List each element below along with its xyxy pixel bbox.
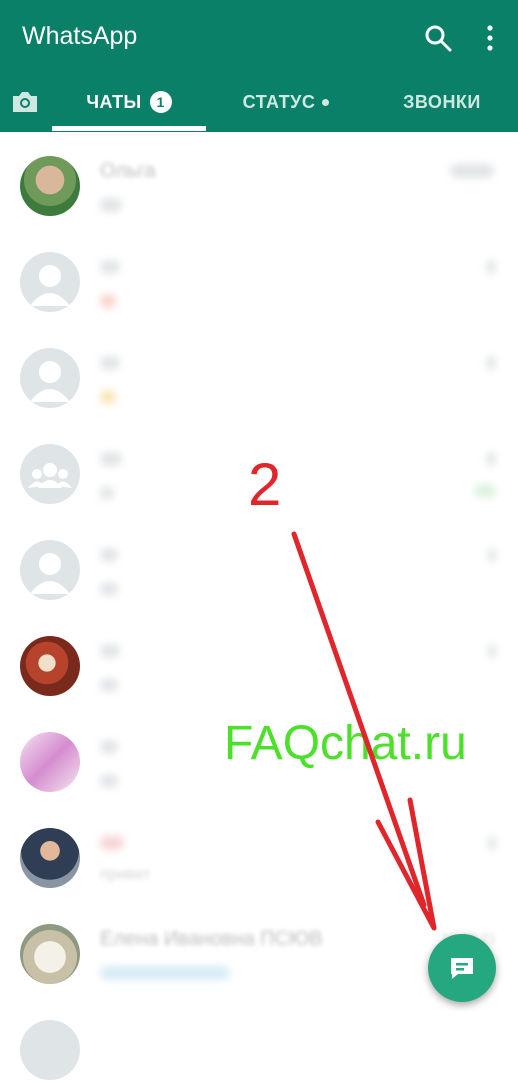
avatar-placeholder-icon: [20, 540, 80, 600]
avatar: [20, 156, 80, 216]
tab-status-label: СТАТУС: [242, 91, 316, 112]
avatar-placeholder-icon: [20, 1020, 80, 1080]
more-vert-icon[interactable]: [480, 24, 500, 52]
camera-icon[interactable]: [10, 88, 40, 116]
search-icon[interactable]: [424, 24, 452, 52]
chat-name: Ольга: [100, 160, 156, 182]
avatar: [20, 636, 80, 696]
avatar-placeholder-icon: [20, 252, 80, 312]
tab-chats-label: ЧАТЫ: [86, 91, 142, 112]
chat-row[interactable]: привет: [0, 804, 518, 900]
avatar: [20, 828, 80, 888]
tab-chats[interactable]: ЧАТЫ 1: [52, 72, 206, 132]
chat-row[interactable]: [0, 228, 518, 324]
chat-row[interactable]: [0, 516, 518, 612]
unread-badge: 1: [149, 91, 172, 113]
active-tab-indicator: [52, 126, 206, 131]
chat-name: Елена Ивановна ПСЮВ: [100, 928, 323, 950]
chat-last-message: привет: [100, 866, 151, 883]
group-avatar-icon: [20, 444, 80, 504]
tab-status[interactable]: СТАТУС: [206, 72, 366, 132]
watermark-text: FAQchat.ru: [224, 717, 467, 770]
new-chat-button[interactable]: [428, 934, 496, 1002]
app-title: WhatsApp: [22, 22, 138, 50]
avatar: [20, 732, 80, 792]
app-bar: WhatsApp ЧАТЫ 1 СТАТУС ЗВОНКИ: [0, 0, 518, 132]
chat-row[interactable]: [0, 996, 518, 1092]
avatar-placeholder-icon: [20, 348, 80, 408]
tab-calls[interactable]: ЗВОНКИ: [366, 72, 518, 132]
chat-icon: [451, 958, 473, 979]
avatar: [20, 924, 80, 984]
status-dot: [322, 98, 330, 106]
chat-row[interactable]: [0, 324, 518, 420]
chat-list: Ольга привет Елена Ивановна ПСЮВ: [0, 132, 518, 1080]
chat-row[interactable]: [0, 612, 518, 708]
chat-row[interactable]: Ольга: [0, 132, 518, 228]
tab-bar: ЧАТЫ 1 СТАТУС ЗВОНКИ: [0, 72, 518, 132]
tab-calls-label: ЗВОНКИ: [403, 91, 481, 112]
annotation-step-number: 2: [248, 451, 282, 518]
